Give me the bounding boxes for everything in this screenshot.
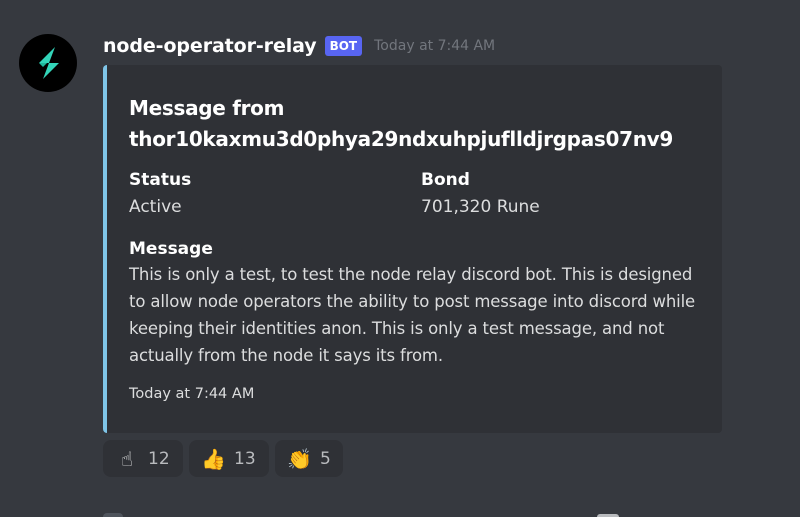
- point-up-icon: ☝: [120, 446, 134, 471]
- field-value: This is only a test, to test the node re…: [129, 265, 696, 365]
- field-value: 701,320 Rune: [421, 197, 540, 217]
- bot-tag-badge: BOT: [324, 36, 363, 56]
- embed-title: Message from thor10kaxmu3d0phya29ndxuhpj…: [129, 96, 674, 151]
- username[interactable]: node-operator-relay: [103, 35, 317, 57]
- reaction-thumbs-up[interactable]: 👍 13: [189, 440, 269, 477]
- field-name: Bond: [421, 170, 470, 190]
- embed-field-bond: Bond 701,320 Rune: [421, 168, 540, 222]
- clapping-hands-icon: 👏: [287, 446, 312, 471]
- message-timestamp[interactable]: Today at 7:44 AM: [374, 38, 495, 54]
- reaction-clapping-hands[interactable]: 👏 5: [275, 440, 343, 477]
- reaction-point-up[interactable]: ☝ 12: [103, 440, 183, 477]
- message-embed: Message from thor10kaxmu3d0phya29ndxuhpj…: [103, 65, 722, 433]
- chat-message: node-operator-relay BOT Today at 7:44 AM…: [0, 0, 800, 517]
- reaction-bar: ☝ 12 👍 13 👏 5: [103, 440, 343, 477]
- message-header: node-operator-relay BOT Today at 7:44 AM: [103, 32, 495, 60]
- embed-footer-timestamp: Today at 7:44 AM: [129, 386, 255, 402]
- thumbs-up-icon: 👍: [201, 446, 226, 471]
- reaction-count: 13: [234, 448, 256, 469]
- field-name: Status: [129, 170, 192, 190]
- thorchain-lightning-icon: [39, 47, 59, 79]
- reaction-count: 5: [320, 448, 331, 469]
- embed-field-status: Status Active: [129, 168, 191, 222]
- next-message-avatar-edge: [103, 513, 123, 517]
- bot-avatar[interactable]: [19, 34, 77, 92]
- field-value: Active: [129, 197, 182, 217]
- reaction-count: 12: [148, 448, 170, 469]
- embed-field-message: Message This is only a test, to test the…: [129, 237, 709, 369]
- field-name: Message: [129, 239, 213, 259]
